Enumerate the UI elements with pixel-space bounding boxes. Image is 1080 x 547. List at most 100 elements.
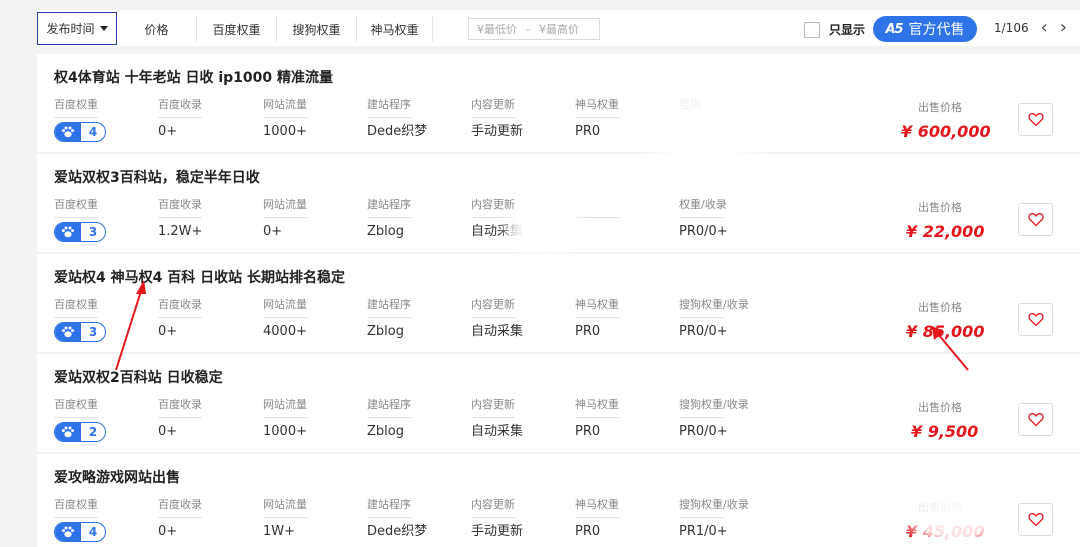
attribute-label: 内容更新 (471, 298, 515, 311)
divider (575, 317, 619, 318)
listing-card[interactable]: 爱站权4 神马权4 百科 日收站 长期站排名稳定 百度权重 3 百度收录 0+ 网站流量 4… (37, 254, 1080, 352)
divider (263, 317, 307, 318)
divider (158, 517, 202, 518)
listing-title[interactable]: 爱站双权3百科站，稳定半年日收 (54, 167, 260, 187)
price-label: 出售价格 (918, 501, 962, 514)
listing-attribute: 网站流量 4000+ (263, 297, 349, 341)
attribute-value: PR0 (575, 324, 601, 339)
favorite-button[interactable] (1018, 303, 1053, 336)
attribute-label: 搜狗权重/收录 (679, 498, 749, 511)
listing-attribute: 搜狗权重/收录 PR0/0+ (679, 297, 765, 341)
listing-attribute: 百度权重 4 (54, 497, 140, 542)
listing-card[interactable]: 爱攻略游戏网站出售 百度权重 4 百度收录 0+ 网站流量 1W+ 建站程序 Dede织梦 内容更… (37, 454, 1080, 547)
filter-bar: 发布时间 价格 百度权重 搜狗权重 神马权重 ¥最低价 - ¥最高价 只显示 A… (37, 10, 1080, 46)
listing-attribute: 网站流量 0+ (263, 197, 349, 241)
attribute-label: 内容更新 (471, 498, 515, 511)
listing-attribute: 百度收录 0+ (158, 397, 244, 441)
divider (679, 217, 723, 218)
next-page-icon[interactable]: › (1060, 19, 1067, 37)
attribute-value: 0+ (158, 324, 178, 339)
attribute-value: 手动更新 (471, 124, 524, 139)
attribute-value: Zblog (367, 324, 404, 339)
weight-value: 2 (88, 425, 98, 439)
attribute-label: 网站流量 (263, 398, 307, 411)
listing-attribute: 内容更新 手动更新 (471, 497, 557, 541)
attribute-value: 0+ (158, 424, 178, 439)
divider (158, 317, 202, 318)
divider (54, 517, 98, 518)
only-show-filter[interactable]: 只显示 (804, 21, 865, 38)
attribute-label: 建站程序 (367, 198, 411, 211)
attribute-label: 网站流量 (263, 498, 307, 511)
price-min-input[interactable]: ¥最低价 (477, 21, 517, 37)
listing-attribute: 百度权重 3 (54, 197, 140, 242)
prev-page-icon[interactable]: ‹ (1041, 19, 1048, 37)
price-range-input[interactable]: ¥最低价 - ¥最高价 (468, 18, 600, 40)
attribute-label: 内容更新 (471, 398, 515, 411)
pagination: 1/106 ‹ › (994, 19, 1067, 37)
attribute-value: PR0/0+ (679, 424, 728, 439)
listing-attribute: 百度收录 1.2W+ (158, 197, 244, 241)
divider (367, 317, 411, 318)
listing-price: ¥ 85,000 (906, 322, 985, 341)
divider (263, 417, 307, 418)
attribute-value: Zblog (367, 224, 404, 239)
sort-label: 发布时间 (46, 22, 95, 36)
attribute-label: 百度权重 (54, 198, 98, 211)
divider (54, 417, 98, 418)
attribute-label: 神马权重 (575, 398, 619, 411)
filter-price[interactable]: 价格 (117, 16, 197, 42)
divider (367, 417, 411, 418)
divider (575, 217, 619, 218)
attribute-value: 1000+ (263, 424, 307, 439)
baidu-weight-badge: 2 (54, 422, 106, 442)
listing-card[interactable]: 权4体育站 十年老站 日收 ip1000 精准流量 百度权重 4 百度收录 0+ 网站流量… (37, 54, 1080, 152)
divider (471, 217, 515, 218)
attribute-value: PR0/0+ (679, 324, 728, 339)
listing-attribute: 百度收录 0+ (158, 97, 244, 141)
divider (471, 117, 515, 118)
attribute-label: 百度收录 (158, 298, 202, 311)
attribute-label: 搜狗权重/收录 (679, 298, 749, 311)
listing-attribute: 百度收录 0+ (158, 497, 244, 541)
listing-attribute: 内容更新 自动采集 (471, 197, 557, 241)
attribute-label: 百度权重 (54, 98, 98, 111)
listing-title[interactable]: 权4体育站 十年老站 日收 ip1000 精准流量 (54, 67, 333, 87)
attribute-label: 神马权重 (575, 98, 619, 111)
attribute-label (575, 197, 661, 213)
sort-by-publish-time-button[interactable]: 发布时间 (37, 12, 117, 45)
listing-price: ¥ 45,000 (906, 522, 985, 541)
attribute-value: 4000+ (263, 324, 307, 339)
divider (158, 117, 202, 118)
listing-title[interactable]: 爱站双权2百科站 日收稳定 (54, 367, 223, 387)
only-show-checkbox[interactable] (804, 21, 820, 38)
listing-title[interactable]: 爱站权4 神马权4 百科 日收站 长期站排名稳定 (54, 267, 345, 287)
attribute-label: 百度收录 (158, 398, 202, 411)
price-label: 出售价格 (918, 301, 962, 314)
attribute-value: 0+ (158, 524, 178, 539)
filter-shenma-weight[interactable]: 神马权重 (357, 16, 433, 42)
only-show-label: 只显示 (829, 23, 866, 37)
filter-sogou-weight[interactable]: 搜狗权重 (277, 16, 357, 42)
favorite-button[interactable] (1018, 403, 1053, 436)
paw-icon (55, 323, 81, 341)
listing-price: ¥ 9,500 (911, 422, 979, 441)
attribute-label: 建站程序 (367, 398, 411, 411)
attribute-value: 0+ (158, 124, 178, 139)
attribute-value: 自动采集 (471, 224, 524, 239)
attribute-label: 百度收录 (158, 98, 202, 111)
attribute-label: 建站程序 (367, 498, 411, 511)
attribute-label: 搜狗 (679, 98, 701, 111)
listing-title[interactable]: 爱攻略游戏网站出售 (54, 467, 180, 487)
paw-icon (55, 523, 81, 541)
attribute-label: 建站程序 (367, 298, 411, 311)
official-sale-button[interactable]: A5 官方代售 (873, 16, 977, 42)
listing-card[interactable]: 爱站双权3百科站，稳定半年日收百度权重 3 百度收录 1.2W+ 网站流量 0+ 建站程序 Z… (37, 154, 1080, 252)
listing-card[interactable]: 爱站双权2百科站 日收稳定 百度权重 2 百度收录 0+ 网站流量 1000+ 建站程序 Zbl… (37, 354, 1080, 452)
favorite-button[interactable] (1018, 203, 1053, 236)
price-max-input[interactable]: ¥最高价 (539, 21, 579, 37)
price-label: 出售价格 (918, 201, 962, 214)
filter-baidu-weight[interactable]: 百度权重 (197, 16, 277, 42)
favorite-button[interactable] (1018, 503, 1053, 536)
favorite-button[interactable] (1018, 103, 1053, 136)
